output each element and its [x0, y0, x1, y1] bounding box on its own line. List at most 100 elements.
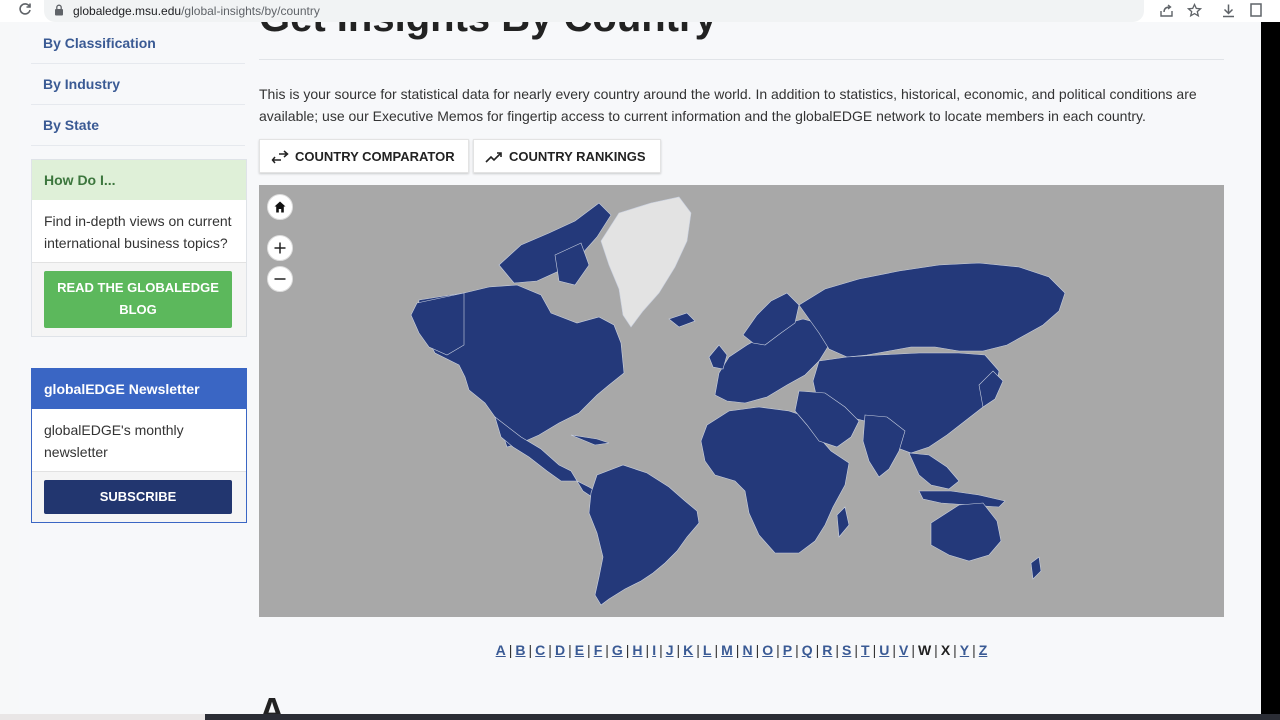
newsletter-card: globalEDGE Newsletter globalEDGE's month… — [31, 368, 247, 523]
alphabet-index: A | B | C | D | E | F | G | H | I | J | K | L | M | N | O | P | Q | R | S | T |… — [259, 642, 1224, 658]
map-country-cuba[interactable] — [570, 434, 610, 446]
alphabet-letter-n[interactable]: N — [742, 642, 752, 658]
alphabet-separator: | — [911, 642, 915, 658]
section-letter-heading: A — [259, 690, 285, 714]
plus-icon — [274, 242, 286, 254]
map-country-south-america[interactable] — [588, 464, 700, 606]
map-country-alaska[interactable] — [410, 292, 465, 356]
country-comparator-label: COUNTRY COMPARATOR — [295, 149, 455, 164]
map-country-iceland[interactable] — [668, 312, 696, 328]
alphabet-separator: | — [645, 642, 650, 658]
trending-up-icon — [485, 152, 502, 163]
alphabet-letter-k[interactable]: K — [683, 642, 693, 658]
page-title: Get Insights By Country — [259, 22, 717, 41]
browser-viewport: globaledge.msu.edu/global-insights/by/co… — [0, 0, 1280, 720]
map-country-russia[interactable] — [798, 262, 1066, 358]
alphabet-separator: | — [953, 642, 957, 658]
alphabet-separator: | — [755, 642, 760, 658]
title-divider — [259, 59, 1224, 60]
alphabet-letter-b[interactable]: B — [515, 642, 525, 658]
alphabet-separator: | — [508, 642, 513, 658]
alphabet-separator: | — [854, 642, 858, 658]
alphabet-letter-o[interactable]: O — [762, 642, 773, 658]
read-blog-button-line2: BLOG — [119, 302, 157, 317]
alphabet-letter-u[interactable]: U — [879, 642, 889, 658]
minus-icon — [274, 278, 286, 280]
alphabet-letter-c[interactable]: C — [535, 642, 545, 658]
sidebar-link-by-classification[interactable]: By Classification — [43, 35, 156, 51]
alphabet-letter-a[interactable]: A — [496, 642, 506, 658]
alphabet-letter-i[interactable]: I — [652, 642, 656, 658]
alphabet-separator: | — [568, 642, 572, 658]
world-map[interactable] — [259, 185, 1224, 617]
how-do-i-footer: READ THE GLOBALEDGE BLOG — [32, 262, 246, 336]
alphabet-letter-f[interactable]: F — [594, 642, 603, 658]
side-panel-icon[interactable] — [1250, 3, 1262, 17]
read-blog-button[interactable]: READ THE GLOBALEDGE BLOG — [44, 271, 232, 328]
map-country-greenland[interactable] — [600, 196, 692, 328]
alphabet-letter-t[interactable]: T — [861, 642, 870, 658]
alphabet-letter-e[interactable]: E — [575, 642, 584, 658]
alphabet-letter-s[interactable]: S — [842, 642, 851, 658]
subscribe-button[interactable]: SUBSCRIBE — [44, 480, 232, 514]
sidebar-divider — [31, 104, 245, 105]
reload-icon[interactable] — [18, 2, 32, 16]
scrollbar-track[interactable] — [1261, 22, 1280, 720]
compare-arrows-icon — [271, 150, 289, 164]
lock-icon[interactable] — [54, 4, 64, 16]
newsletter-heading: globalEDGE Newsletter — [32, 369, 246, 409]
country-rankings-button[interactable]: COUNTRY RANKINGS — [473, 139, 661, 173]
url-text[interactable]: globaledge.msu.edu/global-insights/by/co… — [73, 4, 320, 18]
taskbar-start-area — [0, 714, 205, 720]
alphabet-separator: | — [815, 642, 820, 658]
sidebar-link-by-industry[interactable]: By Industry — [43, 76, 120, 92]
bookmark-star-icon[interactable] — [1187, 3, 1202, 18]
map-country-madagascar[interactable] — [836, 506, 850, 538]
map-country-australia[interactable] — [930, 502, 1002, 562]
country-comparator-button[interactable]: COUNTRY COMPARATOR — [259, 139, 469, 173]
sidebar-divider — [31, 145, 245, 146]
alphabet-separator: | — [714, 642, 719, 658]
alphabet-letter-v[interactable]: V — [899, 642, 908, 658]
download-icon[interactable] — [1221, 3, 1236, 18]
alphabet-separator: | — [587, 642, 591, 658]
map-country-new-zealand[interactable] — [1030, 556, 1042, 580]
alphabet-separator: | — [659, 642, 663, 658]
share-icon[interactable] — [1159, 3, 1174, 18]
alphabet-letter-p[interactable]: P — [783, 642, 792, 658]
alphabet-letter-m[interactable]: M — [721, 642, 733, 658]
alphabet-letter-r[interactable]: R — [822, 642, 832, 658]
sidebar-link-by-state[interactable]: By State — [43, 117, 99, 133]
alphabet-separator: | — [776, 642, 780, 658]
how-do-i-card: How Do I... Find in-depth views on curre… — [31, 159, 247, 337]
page-left-gutter — [0, 22, 19, 720]
map-home-button[interactable] — [267, 194, 293, 220]
page-content: By Classification By Industry By State H… — [19, 22, 1261, 714]
alphabet-separator: | — [676, 642, 681, 658]
home-icon — [274, 201, 286, 213]
alphabet-letter-q[interactable]: Q — [802, 642, 813, 658]
alphabet-letter-g[interactable]: G — [612, 642, 623, 658]
alphabet-letter-h[interactable]: H — [632, 642, 642, 658]
alphabet-letter-j[interactable]: J — [666, 642, 674, 658]
map-zoom-in-button[interactable] — [267, 235, 293, 261]
map-zoom-out-button[interactable] — [267, 266, 293, 292]
alphabet-letter-l[interactable]: L — [703, 642, 712, 658]
alphabet-separator: | — [872, 642, 877, 658]
alphabet-separator: | — [892, 642, 896, 658]
how-do-i-heading: How Do I... — [32, 160, 246, 200]
url-path: /global-insights/by/country — [181, 4, 320, 18]
alphabet-letter-z[interactable]: Z — [979, 642, 988, 658]
alphabet-letter-d[interactable]: D — [555, 642, 565, 658]
alphabet-separator: | — [696, 642, 700, 658]
world-map-graphic[interactable] — [259, 185, 1224, 617]
browser-toolbar: globaledge.msu.edu/global-insights/by/co… — [0, 0, 1280, 23]
alphabet-letter-y[interactable]: Y — [960, 642, 969, 658]
alphabet-separator: | — [795, 642, 799, 658]
map-country-se-asia[interactable] — [908, 452, 960, 490]
alphabet-separator: | — [835, 642, 840, 658]
map-country-arctic-islands[interactable] — [498, 202, 612, 284]
map-country-uk[interactable] — [708, 344, 728, 370]
newsletter-footer: SUBSCRIBE — [32, 471, 246, 522]
alphabet-letter-x: X — [940, 642, 951, 658]
